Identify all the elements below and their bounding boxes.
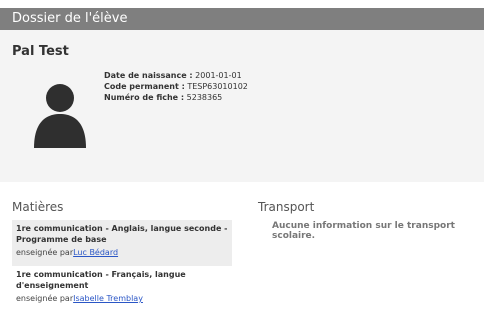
birth-label: Date de naissance : (104, 71, 193, 80)
person-silhouette-icon (34, 84, 86, 148)
file-row: Numéro de fiche : 5238365 (104, 92, 248, 103)
subject-name: 1re communication - Anglais, langue seco… (16, 224, 228, 244)
taught-by-label: enseignée par (16, 248, 74, 257)
code-row: Code permanent : TESP63010102 (104, 81, 248, 92)
subject-item: 1re communication - Anglais, langue seco… (12, 220, 232, 266)
transport-title: Transport (258, 200, 315, 214)
page-title: Dossier de l'élève (12, 11, 128, 26)
birth-value: 2001-01-01 (195, 71, 242, 80)
subject-teacher-row: enseignée parIsabelle Tremblay (16, 293, 228, 304)
student-card: Pal Test Date de naissance : 2001-01-01 … (0, 30, 484, 182)
birth-row: Date de naissance : 2001-01-01 (104, 70, 248, 81)
code-value: TESP63010102 (187, 82, 248, 91)
transport-message: Aucune information sur le transport scol… (272, 221, 455, 241)
teacher-link[interactable]: Isabelle Tremblay (73, 294, 143, 303)
student-info: Date de naissance : 2001-01-01 Code perm… (104, 70, 248, 103)
page-title-bar: Dossier de l'élève (0, 8, 484, 30)
code-label: Code permanent : (104, 82, 185, 91)
student-name: Pal Test (12, 44, 69, 59)
matieres-title: Matières (12, 200, 64, 214)
file-value: 5238365 (186, 93, 223, 102)
subject-name: 1re communication - Français, langue d'e… (16, 270, 186, 290)
file-label: Numéro de fiche : (104, 93, 185, 102)
taught-by-label: enseignée par (16, 294, 74, 303)
subject-item: 1re communication - Français, langue d'e… (12, 266, 232, 311)
teacher-link[interactable]: Luc Bédard (73, 248, 118, 257)
subject-teacher-row: enseignée parLuc Bédard (16, 247, 228, 258)
